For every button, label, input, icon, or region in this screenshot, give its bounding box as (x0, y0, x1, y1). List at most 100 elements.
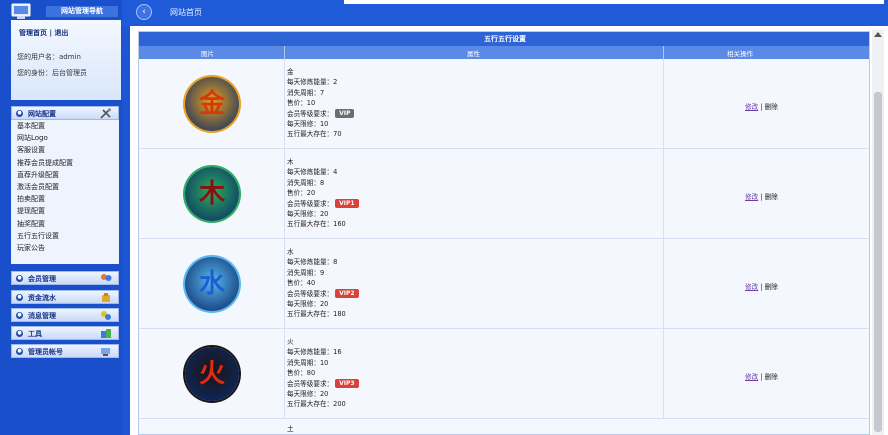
element-name: 木 (287, 158, 294, 166)
back-button[interactable]: ‹ (136, 4, 152, 20)
cell-divider (663, 239, 664, 328)
menu-item-activate-member[interactable]: 激活会员配置 (11, 181, 119, 193)
edit-link[interactable]: 修改 (745, 103, 758, 111)
section-admin-accounts[interactable]: ● 管理员帐号 (11, 344, 119, 358)
element-name: 金 (287, 68, 294, 76)
breadcrumb: 网站首页 (170, 8, 202, 17)
attribute-list: 金 每天修炼能量：2 消失周期：7 售价：10 会员等级要求： VIP 每天限修：… (287, 67, 657, 140)
link-separator: | (49, 29, 52, 37)
price: 售价：80 (287, 369, 316, 378)
brand-title: 网站管理导航 (46, 6, 118, 17)
sidebar: 网站管理导航 管理首页 | 退出 您的用户名：admin 您的身份：后台管理员 … (0, 0, 122, 435)
attribute-list: 水 每天修炼能量：8 消失周期：9 售价：40 会员等级要求： VIP2 每天限修… (287, 247, 657, 320)
five-elements-panel: 五行五行设置 图片 属性 相关操作 金 金 每天修炼能量：2 消失周期：7 售价… (138, 31, 870, 435)
action-separator: | (760, 103, 763, 111)
menu-item-basic-config[interactable]: 基本配置 (11, 120, 119, 132)
scroll-up-arrow-icon[interactable] (874, 32, 882, 37)
menu-item-auction-config[interactable]: 拍卖配置 (11, 193, 119, 205)
money-icon (102, 293, 110, 302)
collapse-dot-icon: ● (16, 275, 23, 282)
element-name: 火 (287, 338, 294, 346)
wood-element-emblem: 木 (185, 167, 239, 221)
vip-requirement: 会员等级要求： VIP2 (287, 289, 657, 299)
computer-logo-icon (11, 3, 31, 19)
column-divider (284, 46, 285, 59)
row-actions: 修改 | 删除 (745, 191, 778, 201)
brand: 网站管理导航 (8, 3, 118, 19)
max-existence: 五行最大存在：180 (287, 310, 346, 319)
price: 售价：40 (287, 279, 316, 288)
action-separator: | (760, 283, 763, 291)
cell-divider (284, 329, 285, 418)
logout-link[interactable]: 退出 (54, 29, 68, 37)
menu-item-announcements[interactable]: 玩家公告 (11, 242, 119, 254)
collapse-dot-icon: ● (16, 312, 23, 319)
section-label: 会员管理 (28, 275, 56, 283)
daily-limit: 每天限修：20 (287, 299, 329, 308)
table-header: 图片 属性 相关操作 (139, 46, 869, 59)
section-label: 资金流水 (28, 294, 56, 302)
menu-item-five-elements[interactable]: 五行五行设置 (11, 230, 119, 242)
toolbox-icon (101, 329, 111, 338)
section-member-management[interactable]: ● 会员管理 (11, 271, 119, 285)
collapse-dot-icon: ● (16, 330, 23, 337)
tools-icon (100, 108, 111, 119)
scrollbar-thumb[interactable] (874, 92, 882, 432)
section-tools[interactable]: ● 工具 (11, 326, 119, 340)
table-row: 水 水 每天修炼能量：8 消失周期：9 售价：40 会员等级要求： VIP2 每天… (139, 239, 869, 329)
cell-divider (284, 149, 285, 238)
user-links: 管理首页 | 退出 (19, 28, 68, 38)
vanish-cycle: 消失周期：10 (287, 358, 329, 367)
metal-element-emblem: 金 (185, 77, 239, 131)
menu-item-referral-commission[interactable]: 推荐会员提成配置 (11, 157, 119, 169)
menu-item-lottery-config[interactable]: 抽奖配置 (11, 218, 119, 230)
vertical-scrollbar[interactable] (872, 30, 884, 435)
vip-badge: VIP (335, 109, 355, 119)
daily-limit: 每天限修：20 (287, 209, 329, 218)
admin-icon (101, 348, 110, 356)
edit-link[interactable]: 修改 (745, 193, 758, 201)
site-config-menu: 基本配置 网站Logo 客服设置 推荐会员提成配置 直荐升级配置 激活会员配置 … (11, 120, 119, 264)
element-glyph: 木 (198, 179, 225, 209)
menu-item-site-logo[interactable]: 网站Logo (11, 132, 119, 144)
fire-element-emblem: 火 (185, 347, 239, 401)
section-site-config[interactable]: ● 网站配置 (11, 106, 119, 120)
max-existence: 五行最大存在：200 (287, 400, 346, 409)
vip-requirement: 会员等级要求： VIP (287, 109, 657, 119)
panel-title: 五行五行设置 (139, 32, 869, 46)
column-divider (663, 46, 664, 59)
edit-link[interactable]: 修改 (745, 283, 758, 291)
menu-item-withdraw-config[interactable]: 提现配置 (11, 205, 119, 217)
delete-link[interactable]: 删除 (765, 283, 778, 291)
daily-energy: 每天修炼能量：16 (287, 348, 342, 357)
action-separator: | (760, 193, 763, 201)
row-actions: 修改 | 删除 (745, 101, 778, 111)
element-glyph: 水 (198, 269, 225, 299)
collapse-dot-icon: ● (16, 110, 23, 117)
table-row: 金 金 每天修炼能量：2 消失周期：7 售价：10 会员等级要求： VIP 每天限… (139, 59, 869, 149)
max-existence: 五行最大存在：70 (287, 130, 342, 139)
vip-badge: VIP3 (335, 379, 359, 389)
edit-link[interactable]: 修改 (745, 373, 758, 381)
admin-home-link[interactable]: 管理首页 (19, 29, 47, 37)
table-row-partial: 土 (139, 419, 869, 434)
max-existence: 五行最大存在：160 (287, 220, 346, 229)
delete-link[interactable]: 删除 (765, 373, 778, 381)
cell-divider (663, 59, 664, 148)
collapse-dot-icon: ● (16, 294, 23, 301)
menu-item-direct-upgrade[interactable]: 直荐升级配置 (11, 169, 119, 181)
main-content: 五行五行设置 图片 属性 相关操作 金 金 每天修炼能量：2 消失周期：7 售价… (130, 26, 888, 435)
section-fund-flow[interactable]: ● 资金流水 (11, 290, 119, 304)
username-text: 您的用户名：admin (17, 53, 81, 61)
vanish-cycle: 消失周期：7 (287, 88, 325, 97)
vip-requirement: 会员等级要求： VIP3 (287, 379, 657, 389)
element-glyph: 火 (198, 359, 225, 389)
delete-link[interactable]: 删除 (765, 193, 778, 201)
delete-link[interactable]: 删除 (765, 103, 778, 111)
cell-divider (663, 149, 664, 238)
table-body: 金 金 每天修炼能量：2 消失周期：7 售价：10 会员等级要求： VIP 每天限… (139, 59, 869, 434)
menu-item-service-settings[interactable]: 客服设置 (11, 144, 119, 156)
chevron-left-icon: ‹ (142, 7, 146, 17)
table-row: 火 火 每天修炼能量：16 消失周期：10 售价：80 会员等级要求： VIP3 … (139, 329, 869, 419)
section-message-management[interactable]: ● 消息管理 (11, 308, 119, 322)
